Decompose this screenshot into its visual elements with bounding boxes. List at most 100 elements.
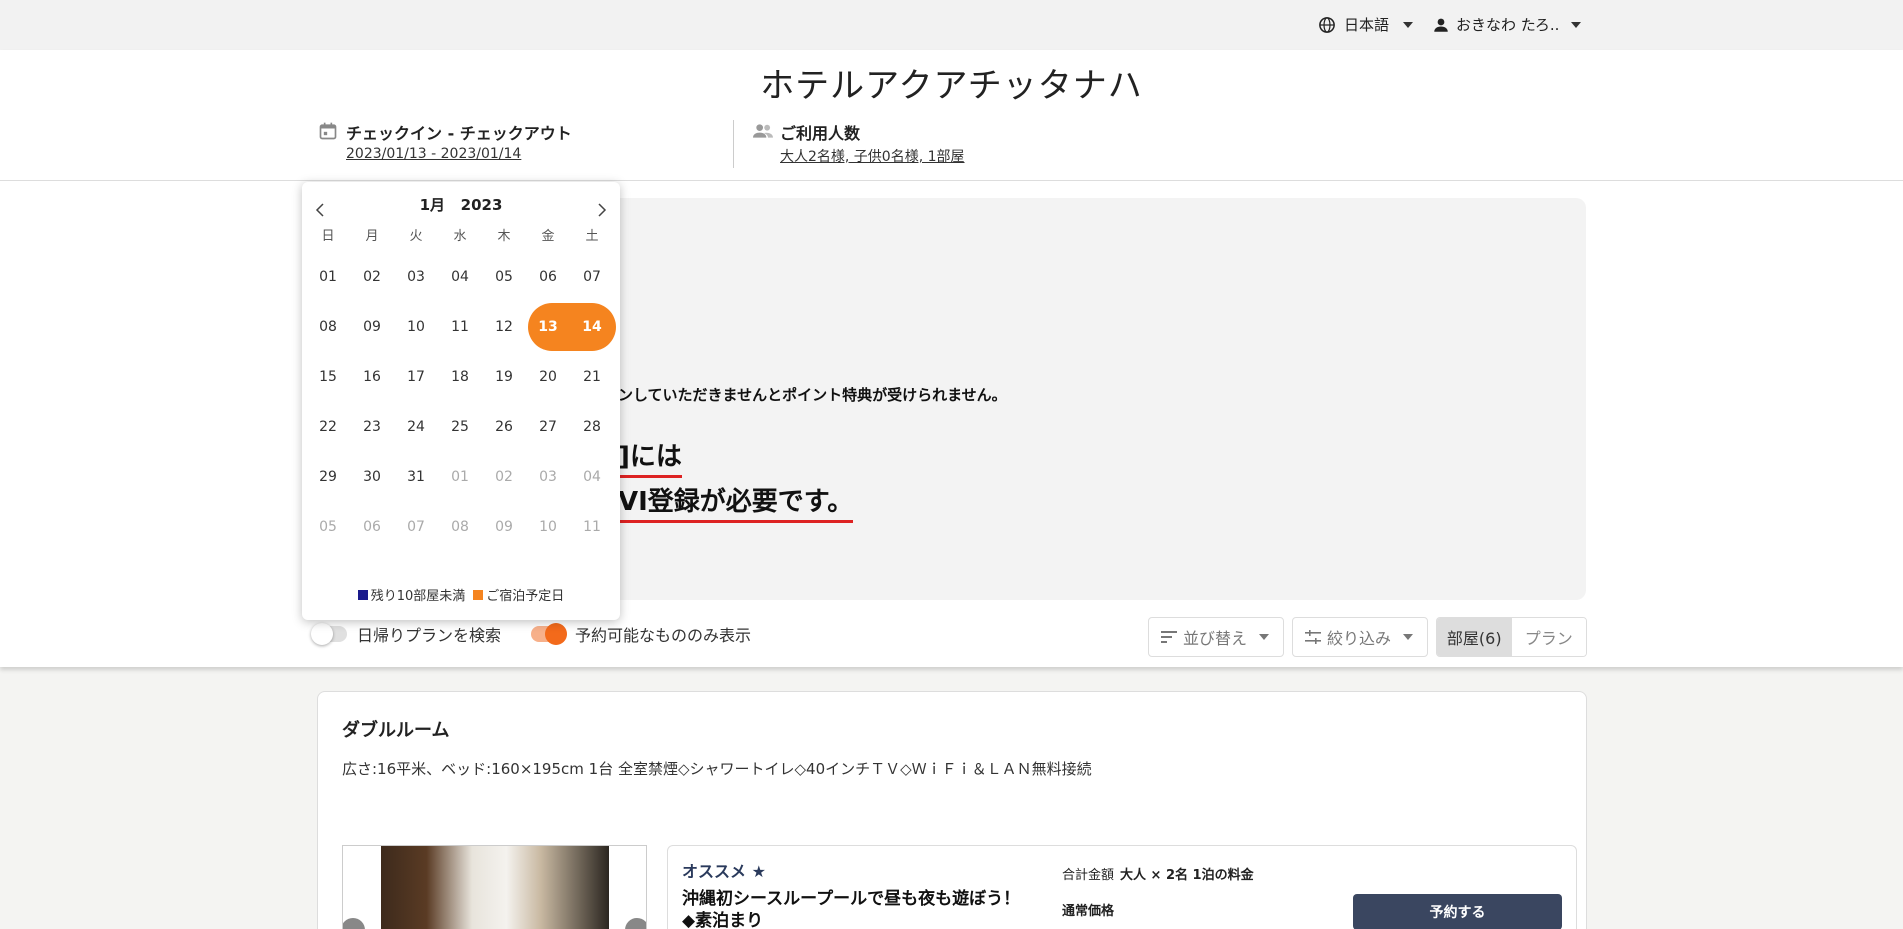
carousel-next-icon[interactable]	[625, 918, 646, 929]
calendar-day[interactable]: 19	[482, 369, 526, 385]
user-menu[interactable]: おきなわ たろ..	[1432, 14, 1582, 35]
calendar-day[interactable]: 28	[570, 419, 614, 435]
calendar-day[interactable]: 12	[482, 319, 526, 335]
calendar-day-checkin[interactable]: 13	[526, 319, 570, 335]
user-name: おきなわ たろ..	[1456, 16, 1560, 34]
weekday-label: 土	[585, 228, 599, 244]
calendar-day[interactable]: 10	[394, 319, 438, 335]
chevron-down-icon	[1259, 634, 1270, 640]
tab-rooms[interactable]: 部屋(6)	[1437, 618, 1512, 656]
calendar-day[interactable]: 06	[526, 269, 570, 285]
calendar-day[interactable]: 05	[482, 269, 526, 285]
legend-low-label: 残り10部屋未満	[370, 589, 466, 604]
legend-swatch	[357, 589, 368, 600]
legend-low-availability: 残り10部屋未満	[357, 585, 466, 604]
total-label: 合計金額	[1062, 868, 1115, 883]
calendar-legend: 残り10部屋未満 ご宿泊予定日	[302, 585, 620, 604]
calendar-day-next-month[interactable]: 08	[438, 519, 482, 535]
chevron-down-icon	[1571, 21, 1582, 28]
available-only-label: 予約可能なもののみ表示	[575, 626, 752, 645]
guests-label: ご利用人数	[780, 124, 861, 143]
weekday-header: 日 月 火 水 木 金 土	[306, 226, 614, 244]
calendar-month: 1月	[419, 196, 445, 214]
guests-value[interactable]: 大人2名様, 子供0名様, 1部屋	[780, 146, 965, 166]
calendar-day[interactable]: 21	[570, 369, 614, 385]
chevron-right-icon[interactable]	[592, 200, 612, 220]
calendar-day[interactable]: 04	[438, 269, 482, 285]
people-icon	[753, 124, 773, 138]
sort-button[interactable]: 並び替え	[1148, 617, 1284, 657]
calendar-grid: 日 月 火 水 木 金 土 01 02 03 04 05 06 07 08 09	[306, 226, 616, 552]
calendar-week: 22 23 24 25 26 27 28	[306, 402, 614, 452]
reserve-button[interactable]: 予約する	[1353, 894, 1562, 929]
calendar-day[interactable]: 11	[438, 319, 482, 335]
calendar-day-next-month[interactable]: 06	[350, 519, 394, 535]
calendar-day[interactable]: 16	[350, 369, 394, 385]
calendar-day[interactable]: 22	[306, 419, 350, 435]
room-description: 広さ:16平米、ベッド:160×195cm 1台 全室禁煙◇シャワートイレ◇40…	[342, 760, 1092, 778]
calendar-day[interactable]: 30	[350, 469, 394, 485]
calendar-day-next-month[interactable]: 05	[306, 519, 350, 535]
notice-heading-2: VI登録が必要です。	[618, 481, 854, 523]
calendar-day-next-month[interactable]: 07	[394, 519, 438, 535]
chevron-down-icon	[1403, 21, 1414, 28]
filter-button[interactable]: 絞り込み	[1292, 617, 1428, 657]
sort-icon	[1161, 631, 1177, 643]
calendar-day-next-month[interactable]: 09	[482, 519, 526, 535]
calendar-day[interactable]: 18	[438, 369, 482, 385]
calendar-day[interactable]: 29	[306, 469, 350, 485]
room-image-carousel	[342, 845, 647, 929]
room-title: ダブルルーム	[342, 720, 450, 741]
calendar-day[interactable]: 15	[306, 369, 350, 385]
calendar-day-next-month[interactable]: 04	[570, 469, 614, 485]
calendar-week: 01 02 03 04 05 06 07	[306, 252, 614, 302]
calendar-day[interactable]: 01	[306, 269, 350, 285]
calendar-week: 15 16 17 18 19 20 21	[306, 352, 614, 402]
date-picker: 1月 2023 日 月 火 水 木 金 土 01 02 03 04 05 06 …	[302, 182, 620, 620]
tune-icon	[1305, 630, 1321, 644]
calendar-day[interactable]: 02	[350, 269, 394, 285]
weekday-label: 日	[321, 228, 335, 244]
date-value[interactable]: 2023/01/13 - 2023/01/14	[346, 146, 521, 162]
calendar-day[interactable]: 03	[394, 269, 438, 285]
calendar-day[interactable]: 17	[394, 369, 438, 385]
calendar-day[interactable]: 24	[394, 419, 438, 435]
toggle-switch-off[interactable]	[311, 623, 347, 645]
calendar-day[interactable]: 25	[438, 419, 482, 435]
weekday-label: 水	[453, 228, 467, 244]
tab-plans[interactable]: プラン	[1511, 618, 1586, 656]
calendar-day[interactable]: 23	[350, 419, 394, 435]
calendar-icon	[319, 122, 337, 140]
calendar-day-next-month[interactable]: 11	[570, 519, 614, 535]
calendar-month-year: 1月 2023	[302, 194, 620, 215]
room-photo	[381, 846, 609, 929]
calendar-day-next-month[interactable]: 02	[482, 469, 526, 485]
total-price-label: 合計金額 大人 × 2名 1泊の料金	[1062, 864, 1254, 883]
notice-heading-1: ]には	[618, 436, 682, 478]
calendar-day[interactable]: 31	[394, 469, 438, 485]
calendar-day-next-month[interactable]: 10	[526, 519, 570, 535]
view-switch: 部屋(6) プラン	[1436, 617, 1587, 657]
room-card: ダブルルーム 広さ:16平米、ベッド:160×195cm 1台 全室禁煙◇シャワ…	[317, 691, 1587, 929]
calendar-day[interactable]: 26	[482, 419, 526, 435]
calendar-day-next-month[interactable]: 01	[438, 469, 482, 485]
language-selector[interactable]: 日本語	[1318, 14, 1414, 35]
toggle-switch-on[interactable]	[531, 623, 567, 645]
calendar-day[interactable]: 20	[526, 369, 570, 385]
available-only-toggle[interactable]: 予約可能なもののみ表示	[531, 622, 751, 646]
calendar-day[interactable]: 08	[306, 319, 350, 335]
legend-stay-label: ご宿泊予定日	[486, 589, 565, 604]
calendar-day-checkout[interactable]: 14	[570, 319, 614, 335]
calendar-day[interactable]: 09	[350, 319, 394, 335]
language-label: 日本語	[1344, 16, 1390, 34]
weekday-label: 火	[409, 228, 423, 244]
calendar-day[interactable]: 27	[526, 419, 570, 435]
calendar-day-next-month[interactable]: 03	[526, 469, 570, 485]
normal-price-label: 通常価格	[1062, 904, 1115, 919]
calendar-day[interactable]: 07	[570, 269, 614, 285]
search-header: ホテルアクアチッタナハ チェックイン - チェックアウト 2023/01/13 …	[0, 50, 1903, 667]
day-trip-toggle[interactable]: 日帰りプランを検索	[311, 622, 501, 646]
carousel-prev-icon[interactable]	[343, 918, 365, 929]
plan-name[interactable]: 沖縄初シースループールで昼も夜も遊ぼう！◆素泊まり	[682, 888, 1022, 929]
calendar-week: 08 09 10 11 12 13 14	[306, 302, 616, 352]
